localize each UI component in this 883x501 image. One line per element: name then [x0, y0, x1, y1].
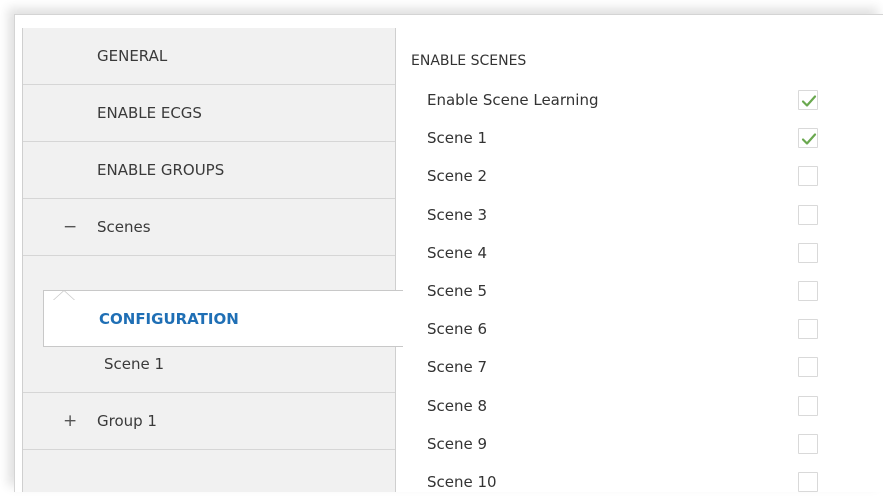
setting-row: Scene 5 [395, 272, 883, 310]
sidebar-item-enable-ecgs[interactable]: ENABLE ECGS [23, 85, 395, 142]
setting-row: Scene 8 [395, 387, 883, 425]
sidebar-item-general[interactable]: GENERAL [23, 28, 395, 85]
setting-checkbox[interactable] [798, 128, 818, 149]
sidebar-item-label: ENABLE ECGS [97, 104, 202, 122]
sidebar-item-label: Group 1 [97, 412, 157, 430]
setting-checkbox[interactable] [798, 357, 818, 378]
setting-checkbox[interactable] [798, 166, 818, 187]
sidebar-item-label: ENABLE GROUPS [97, 161, 225, 179]
setting-checkbox[interactable] [798, 433, 818, 454]
setting-row: Scene 10 [395, 463, 883, 501]
checkmark-icon [801, 95, 817, 107]
setting-label: Scene 10 [427, 473, 497, 491]
setting-checkbox[interactable] [798, 395, 818, 416]
setting-row: Scene 9 [395, 425, 883, 463]
sidebar-item-group-1[interactable]: + Group 1 [23, 393, 395, 450]
setting-checkbox[interactable] [798, 204, 818, 225]
setting-row: Scene 4 [395, 234, 883, 272]
section-title: ENABLE SCENES [411, 53, 527, 69]
setting-checkbox[interactable] [798, 242, 818, 263]
setting-checkbox[interactable] [798, 472, 818, 492]
expand-icon[interactable]: + [63, 411, 77, 431]
sidebar-item-label: GENERAL [97, 47, 168, 65]
setting-row: Scene 7 [395, 348, 883, 386]
sidebar: GENERAL ENABLE ECGS ENABLE GROUPS − Scen… [22, 28, 403, 492]
setting-checkbox[interactable] [798, 281, 818, 301]
checkmark-icon [801, 133, 817, 145]
setting-label: Scene 9 [427, 434, 488, 453]
setting-row: Scene 3 [395, 196, 883, 234]
sidebar-item-configuration[interactable]: CONFIGURATION [43, 290, 403, 347]
collapse-icon[interactable]: − [63, 217, 77, 237]
setting-label: Enable Scene Learning [427, 91, 599, 109]
setting-row: Scene 2 [395, 157, 883, 195]
setting-label: Scene 8 [427, 396, 488, 415]
sidebar-item-enable-groups[interactable]: ENABLE GROUPS [23, 142, 395, 199]
setting-label: Scene 6 [427, 320, 488, 339]
sidebar-item-label: Scene 1 [104, 355, 165, 373]
setting-label: Scene 4 [427, 243, 488, 262]
selection-pointer [53, 290, 75, 300]
setting-label: Scene 5 [427, 282, 488, 300]
setting-row: Scene 1 [395, 119, 883, 157]
setting-label: Scene 2 [427, 167, 488, 186]
setting-row: Enable Scene Learning [395, 81, 883, 119]
setting-label: Scene 3 [427, 205, 488, 224]
sidebar-item-scenes[interactable]: − Scenes [23, 199, 395, 256]
sidebar-item-label: CONFIGURATION [99, 309, 239, 328]
sidebar-item-label: Scenes [97, 218, 151, 236]
window-frame: GENERAL ENABLE ECGS ENABLE GROUPS − Scen… [14, 14, 883, 492]
setting-checkbox[interactable] [798, 319, 818, 340]
setting-checkbox[interactable] [798, 90, 818, 110]
setting-label: Scene 1 [427, 129, 488, 148]
setting-row: Scene 6 [395, 310, 883, 348]
settings-panel: ENABLE SCENES Enable Scene Learning Scene… [395, 29, 883, 492]
setting-label: Scene 7 [427, 358, 488, 377]
